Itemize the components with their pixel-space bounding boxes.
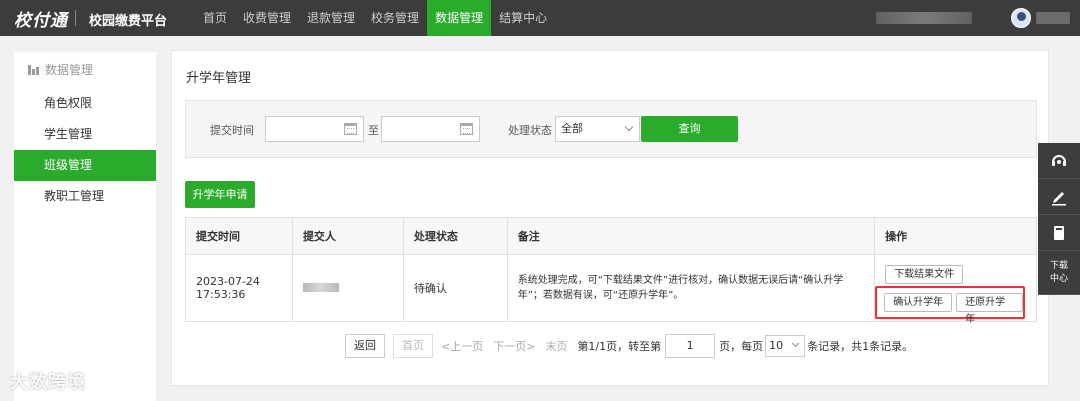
start-date-input[interactable] — [265, 116, 364, 142]
sidebar-item-staff-management[interactable]: 教职工管理 — [14, 181, 156, 212]
chevron-down-icon — [624, 122, 634, 132]
confirm-promotion-button[interactable]: 确认升学年 — [884, 293, 953, 312]
brand-divider — [75, 10, 76, 26]
col-note: 备注 — [506, 217, 876, 255]
first-page-button[interactable]: 首页 — [393, 334, 433, 358]
cell-submitter — [291, 254, 404, 322]
nav-settlement-center[interactable]: 结算中心 — [491, 0, 555, 36]
avatar[interactable] — [1011, 8, 1031, 28]
sidebar-item-student-management[interactable]: 学生管理 — [14, 119, 156, 150]
download-center-button[interactable]: 下载中心 — [1038, 251, 1080, 295]
per-page-prefix: 每页 — [741, 340, 764, 353]
nav-school-affairs[interactable]: 校务管理 — [363, 0, 427, 36]
per-page-suffix: 条记录， — [807, 340, 852, 353]
nav-refund-management[interactable]: 退款管理 — [299, 0, 363, 36]
filter-bar: 提交时间 至 处理状态 全部 查询 — [185, 100, 1037, 158]
highlight-box: 确认升学年 还原升学年 — [875, 286, 1026, 325]
per-page-select[interactable]: 10 — [765, 335, 806, 357]
submit-time-label: 提交时间 — [210, 124, 254, 137]
cell-submit-time: 2023-07-24 17:53:36 — [185, 254, 293, 322]
status-select[interactable]: 全部 — [555, 116, 640, 142]
pagination: 返回 首页 <上一页 下一页> 末页 第1/1页， 转至第 1 页， 每页 10… — [345, 334, 913, 358]
cell-status: 待确认 — [402, 254, 508, 322]
total-records: 共1条记录。 — [851, 340, 914, 353]
restore-promotion-button[interactable]: 还原升学年 — [956, 293, 1024, 325]
nav-fee-management[interactable]: 收费管理 — [235, 0, 299, 36]
query-button[interactable]: 查询 — [641, 116, 738, 142]
status-label: 处理状态 — [508, 124, 552, 137]
status-select-value: 全部 — [561, 122, 583, 135]
page-title: 升学年管理 — [186, 71, 252, 86]
page-info: 第1/1页， — [577, 340, 629, 353]
sidebar-item-role-permissions[interactable]: 角色权限 — [14, 88, 156, 119]
apply-promotion-button[interactable]: 升学年申请 — [185, 181, 255, 208]
main-nav: 首页 收费管理 退款管理 校务管理 数据管理 结算中心 — [195, 0, 555, 36]
headset-icon[interactable] — [1038, 143, 1080, 179]
last-page-link[interactable]: 末页 — [545, 338, 567, 354]
nav-home[interactable]: 首页 — [195, 0, 235, 36]
sidebar-header-label: 数据管理 — [45, 63, 94, 77]
float-toolbar: 下载中心 — [1038, 143, 1080, 295]
blurred-submitter — [302, 282, 339, 292]
sidebar: 数据管理 角色权限 学生管理 班级管理 教职工管理 — [14, 52, 156, 401]
back-button[interactable]: 返回 — [345, 334, 385, 358]
table-header-row: 提交时间 提交人 处理状态 备注 操作 — [185, 217, 1037, 255]
blurred-school-name — [876, 12, 972, 24]
col-submitter: 提交人 — [291, 217, 404, 255]
next-page-link[interactable]: 下一页> — [493, 338, 535, 354]
blurred-username[interactable] — [1036, 12, 1070, 24]
top-bar: 校付通 校园缴费平台 首页 收费管理 退款管理 校务管理 数据管理 结算中心 — [0, 0, 1080, 36]
sidebar-item-class-management[interactable]: 班级管理 — [14, 150, 156, 181]
chevron-down-icon — [792, 339, 800, 348]
goto-page-input[interactable]: 1 — [665, 334, 716, 358]
cell-note: 系统处理完成，可“下载结果文件”进行核对，确认数据无误后请“确认升学年”；若数据… — [506, 254, 876, 322]
per-page-value: 10 — [769, 339, 784, 352]
promotion-table: 提交时间 提交人 处理状态 备注 操作 2023-07-24 17:53:36 … — [185, 217, 1037, 325]
main-panel: 升学年管理 提交时间 至 处理状态 全部 查询 升学年申请 提交时间 提交人 处… — [171, 50, 1049, 386]
col-submit-time: 提交时间 — [185, 217, 293, 255]
nav-data-management[interactable]: 数据管理 — [427, 0, 492, 36]
sidebar-header: 数据管理 — [14, 52, 156, 88]
goto-prefix: 转至第 — [628, 340, 662, 353]
calendar-icon[interactable] — [344, 123, 357, 135]
platform-title: 校园缴费平台 — [89, 14, 168, 29]
brand-logo[interactable]: 校付通 — [14, 6, 68, 31]
download-result-button[interactable]: 下载结果文件 — [885, 265, 964, 284]
table-row: 2023-07-24 17:53:36 待确认 系统处理完成，可“下载结果文件”… — [185, 254, 1037, 325]
cell-actions: 下载结果文件 确认升学年 还原升学年 — [874, 254, 1037, 325]
book-icon[interactable] — [1038, 215, 1080, 251]
calendar-icon[interactable] — [460, 123, 473, 135]
col-status: 处理状态 — [402, 217, 508, 255]
to-label: 至 — [368, 124, 379, 137]
prev-page-link[interactable]: <上一页 — [441, 338, 483, 354]
edit-icon[interactable] — [1038, 179, 1080, 215]
watermark: 大数跨境 — [10, 372, 86, 393]
col-actions: 操作 — [874, 217, 1037, 255]
goto-suffix: 页， — [719, 340, 742, 353]
bar-chart-icon — [28, 65, 39, 75]
end-date-input[interactable] — [381, 116, 480, 142]
